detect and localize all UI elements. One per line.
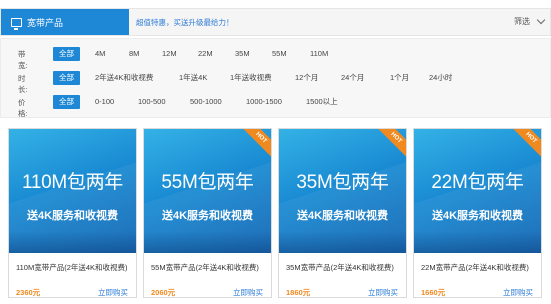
product-price: 1660元 xyxy=(421,288,446,297)
filter-option[interactable]: 4M xyxy=(95,47,105,61)
chevron-down-icon[interactable] xyxy=(536,15,546,25)
product-price: 1860元 xyxy=(286,288,311,297)
filter-option-all[interactable]: 全部 xyxy=(53,47,80,61)
filter-option[interactable]: 100-500 xyxy=(138,95,166,109)
filter-option[interactable]: 12个月 xyxy=(295,71,318,85)
product-price: 2060元 xyxy=(151,288,176,297)
buy-now-link[interactable]: 立即购买 xyxy=(233,287,263,297)
buy-now-link[interactable]: 立即购买 xyxy=(368,287,398,297)
banner-subtitle: 送4K服务和收视费 xyxy=(431,210,524,222)
product-name[interactable]: 35M宽带产品(2年送4K和收视费) xyxy=(286,263,404,273)
filter-option[interactable]: 35M xyxy=(235,47,250,61)
banner-title: 110M包两年 xyxy=(21,172,124,193)
product-banner[interactable]: HOT 55M包两年 送4K服务和收视费 xyxy=(144,129,271,253)
filter-label-price: 价格: xyxy=(18,98,28,118)
product-name[interactable]: 55M宽带产品(2年送4K和收视费) xyxy=(151,263,269,273)
hot-badge: HOT xyxy=(510,129,541,159)
product-name[interactable]: 22M宽带产品(2年送4K和收视费) xyxy=(421,263,539,273)
filter-option[interactable]: 8M xyxy=(129,47,139,61)
filter-panel: 带宽: 全部 4M 8M 12M 22M 35M 55M 110M 时长: 全部… xyxy=(0,38,551,118)
filter-option[interactable]: 55M xyxy=(272,47,287,61)
filter-option[interactable]: 1个月 xyxy=(390,71,409,85)
banner-title: 22M包两年 xyxy=(431,172,524,193)
filter-option-all[interactable]: 全部 xyxy=(53,71,80,85)
buy-now-link[interactable]: 立即购买 xyxy=(503,287,533,297)
filter-option[interactable]: 110M xyxy=(310,47,328,61)
filter-label-duration: 时长: xyxy=(18,74,28,94)
buy-now-link[interactable]: 立即购买 xyxy=(98,287,128,297)
hot-badge: HOT xyxy=(375,129,406,159)
banner-subtitle: 送4K服务和收视费 xyxy=(161,210,254,222)
filter-option[interactable]: 12M xyxy=(162,47,177,61)
product-banner[interactable]: HOT 22M包两年 送4K服务和收视费 xyxy=(414,129,541,253)
filter-option-all[interactable]: 全部 xyxy=(53,95,80,109)
filter-option[interactable]: 1000-1500 xyxy=(246,95,282,109)
hot-badge: HOT xyxy=(240,129,271,159)
product-name[interactable]: 110M宽带产品(2年送4K和收视费) xyxy=(16,263,134,273)
filter-option[interactable]: 500-1000 xyxy=(190,95,222,109)
product-card[interactable]: HOT 35M包两年 送4K服务和收视费 35M宽带产品(2年送4K和收视费) … xyxy=(278,128,407,298)
product-header: 宽带产品 超值特惠，买送升级最给力！ 筛选 xyxy=(0,8,551,36)
filter-option[interactable]: 22M xyxy=(198,47,213,61)
filter-option[interactable]: 24小时 xyxy=(429,71,452,85)
filter-option[interactable]: 1年送4K xyxy=(179,71,207,85)
category-title: 宽带产品 xyxy=(27,17,64,28)
banner-subtitle: 送4K服务和收视费 xyxy=(296,210,389,222)
filter-option[interactable]: 1500以上 xyxy=(306,95,338,109)
filter-option[interactable]: 0-100 xyxy=(95,95,114,109)
banner-subtitle: 送4K服务和收视费 xyxy=(26,210,119,222)
banner-title: 55M包两年 xyxy=(161,172,254,193)
banner-title: 35M包两年 xyxy=(296,172,389,193)
filter-label-bandwidth: 带宽: xyxy=(18,50,28,70)
filter-toggle[interactable]: 筛选 xyxy=(514,16,530,27)
promo-tip: 超值特惠，买送升级最给力！ xyxy=(136,18,234,27)
filter-option[interactable]: 1年送收视费 xyxy=(230,71,272,85)
product-price: 2360元 xyxy=(16,288,41,297)
filter-option[interactable]: 24个月 xyxy=(341,71,364,85)
monitor-icon xyxy=(11,17,22,30)
filter-option[interactable]: 2年送4K和收视费 xyxy=(95,71,153,85)
category-tab[interactable]: 宽带产品 xyxy=(1,9,129,35)
product-banner[interactable]: 110M包两年 送4K服务和收视费 xyxy=(9,129,136,253)
product-banner[interactable]: HOT 35M包两年 送4K服务和收视费 xyxy=(279,129,406,253)
product-card[interactable]: 110M包两年 送4K服务和收视费 110M宽带产品(2年送4K和收视费) 23… xyxy=(8,128,137,298)
product-card[interactable]: HOT 22M包两年 送4K服务和收视费 22M宽带产品(2年送4K和收视费) … xyxy=(413,128,542,298)
product-card[interactable]: HOT 55M包两年 送4K服务和收视费 55M宽带产品(2年送4K和收视费) … xyxy=(143,128,272,298)
